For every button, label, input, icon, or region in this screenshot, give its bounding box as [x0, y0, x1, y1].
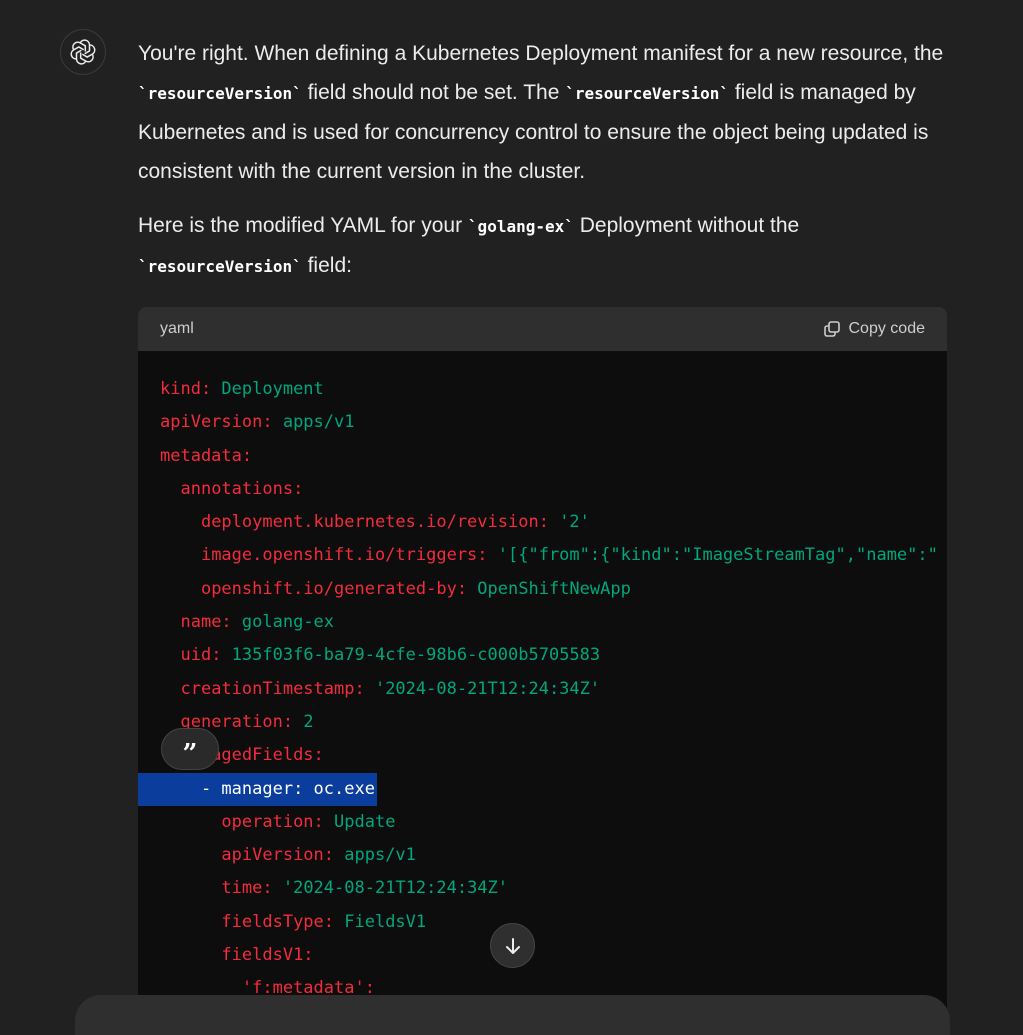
yaml-value: OpenShiftNewApp [467, 578, 631, 599]
quote-icon: ” [182, 739, 198, 769]
code-line-text: operation: Update [160, 812, 395, 832]
yaml-value: Update [323, 811, 396, 832]
quote-button[interactable]: ” [161, 728, 219, 770]
inline-code: `golang-ex` [467, 217, 574, 236]
code-line: name: golang-ex [160, 606, 947, 639]
code-line-text: kind: Deployment [160, 379, 324, 399]
copy-icon [823, 321, 840, 337]
yaml-value: FieldsV1 [334, 911, 427, 932]
yaml-value: apps/v1 [334, 845, 416, 866]
code-line: apiVersion: apps/v1 [160, 839, 947, 872]
code-line: apiVersion: apps/v1 [160, 406, 947, 439]
code-line-text: apiVersion: apps/v1 [160, 412, 354, 432]
code-line: - manager: oc.exe [138, 772, 947, 806]
code-block: yaml Copy code kind: Deployment apiVersio… [138, 307, 947, 1009]
yaml-value: apps/v1 [272, 412, 355, 433]
assistant-avatar [60, 29, 106, 75]
code-line: creationTimestamp: '2024-08-21T12:24:34Z… [160, 673, 947, 706]
yaml-value: Deployment [211, 379, 324, 399]
code-line-text: name: golang-ex [160, 612, 334, 632]
code-line: time: '2024-08-21T12:24:34Z' [160, 872, 947, 905]
assistant-message: You're right. When defining a Kubernetes… [138, 34, 948, 286]
text: Here is the modified YAML for your [138, 214, 468, 237]
code-line: uid: 135f03f6-ba79-4cfe-98b6-c000b570558… [160, 639, 947, 672]
yaml-value: '[{"from":{"kind":"ImageStreamTag","name… [487, 545, 938, 566]
yaml-value: '2024-08-21T12:24:34Z' [364, 678, 601, 699]
message-paragraph-1: You're right. When defining a Kubernetes… [138, 34, 948, 191]
yaml-value: oc.exe [303, 778, 375, 799]
text: You're right. When defining a Kubernetes… [138, 42, 944, 65]
code-line: openshift.io/generated-by: OpenShiftNewA… [160, 573, 947, 606]
code-line-text: openshift.io/generated-by: OpenShiftNewA… [160, 579, 631, 599]
code-line-text: creationTimestamp: '2024-08-21T12:24:34Z… [160, 679, 600, 699]
yaml-key: creationTimestamp: [180, 678, 365, 699]
code-line-text: image.openshift.io/triggers: '[{"from":{… [160, 545, 938, 565]
openai-logo-icon [70, 39, 96, 65]
yaml-value: 135f03f6-ba79-4cfe-98b6-c000b5705583 [221, 645, 601, 666]
yaml-key: deployment.kubernetes.io/revision: [200, 512, 549, 533]
code-line: fieldsV1: [160, 939, 947, 972]
message-paragraph-2: Here is the modified YAML for your `gola… [138, 206, 948, 286]
code-line: annotations: [160, 473, 947, 506]
code-line-text: fieldsV1: [160, 945, 314, 966]
yaml-key: kind: [160, 379, 212, 399]
yaml-value: golang-ex [231, 612, 335, 633]
yaml-key: operation: [221, 811, 324, 832]
code-content[interactable]: kind: Deployment apiVersion: apps/v1 metad… [138, 351, 947, 1006]
yaml-key: image.openshift.io/triggers: [200, 545, 488, 566]
inline-code: `resourceVersion` [565, 84, 729, 103]
text: field: [301, 254, 352, 277]
code-line-text: uid: 135f03f6-ba79-4cfe-98b6-c000b570558… [160, 645, 600, 665]
message-composer[interactable] [75, 995, 950, 1035]
code-line: image.openshift.io/triggers: '[{"from":{… [160, 539, 947, 572]
inline-code: `resourceVersion` [138, 257, 302, 276]
yaml-key: fieldsType: [221, 911, 335, 932]
code-line-text: apiVersion: apps/v1 [160, 845, 416, 866]
arrow-down-icon [505, 937, 520, 954]
selected-text: - manager: oc.exe [138, 772, 377, 806]
code-language-label: yaml [160, 320, 194, 337]
copy-code-button[interactable]: Copy code [823, 320, 926, 338]
yaml-key: apiVersion: [221, 845, 335, 866]
code-block-header: yaml Copy code [138, 307, 947, 351]
code-line: generation: 2 [160, 706, 947, 739]
code-line-text: annotations: [160, 479, 303, 499]
code-line: metadata: [160, 440, 947, 473]
code-line-text: metadata: [160, 446, 252, 466]
yaml-key: metadata: [160, 445, 253, 466]
yaml-key: uid: [180, 645, 222, 666]
code-line-text: fieldsType: FieldsV1 [160, 912, 426, 932]
yaml-key: fieldsV1: [221, 945, 314, 966]
code-line: operation: Update [160, 806, 947, 839]
yaml-key: openshift.io/generated-by: [200, 578, 468, 599]
yaml-key: apiVersion: [160, 412, 273, 433]
yaml-value: '2024-08-21T12:24:34Z' [272, 878, 509, 899]
yaml-key: annotations: [180, 478, 304, 499]
yaml-value: '2' [548, 512, 590, 533]
inline-code: `resourceVersion` [138, 84, 302, 103]
text: Deployment without the [573, 214, 800, 237]
yaml-key: time: [221, 878, 273, 899]
code-line-text: time: '2024-08-21T12:24:34Z' [160, 878, 508, 898]
code-line: deployment.kubernetes.io/revision: '2' [160, 506, 947, 539]
code-line-text: deployment.kubernetes.io/revision: '2' [160, 512, 590, 532]
yaml-value: 2 [293, 711, 314, 732]
code-line: managedFields: [160, 739, 947, 772]
yaml-key: - manager: [200, 778, 304, 799]
code-line: kind: Deployment [160, 373, 947, 406]
copy-code-label: Copy code [848, 320, 926, 337]
yaml-key: name: [180, 612, 232, 633]
text: field should not be set. The [301, 81, 566, 104]
scroll-to-bottom-button[interactable] [490, 923, 535, 968]
code-line: fieldsType: FieldsV1 [160, 906, 947, 939]
